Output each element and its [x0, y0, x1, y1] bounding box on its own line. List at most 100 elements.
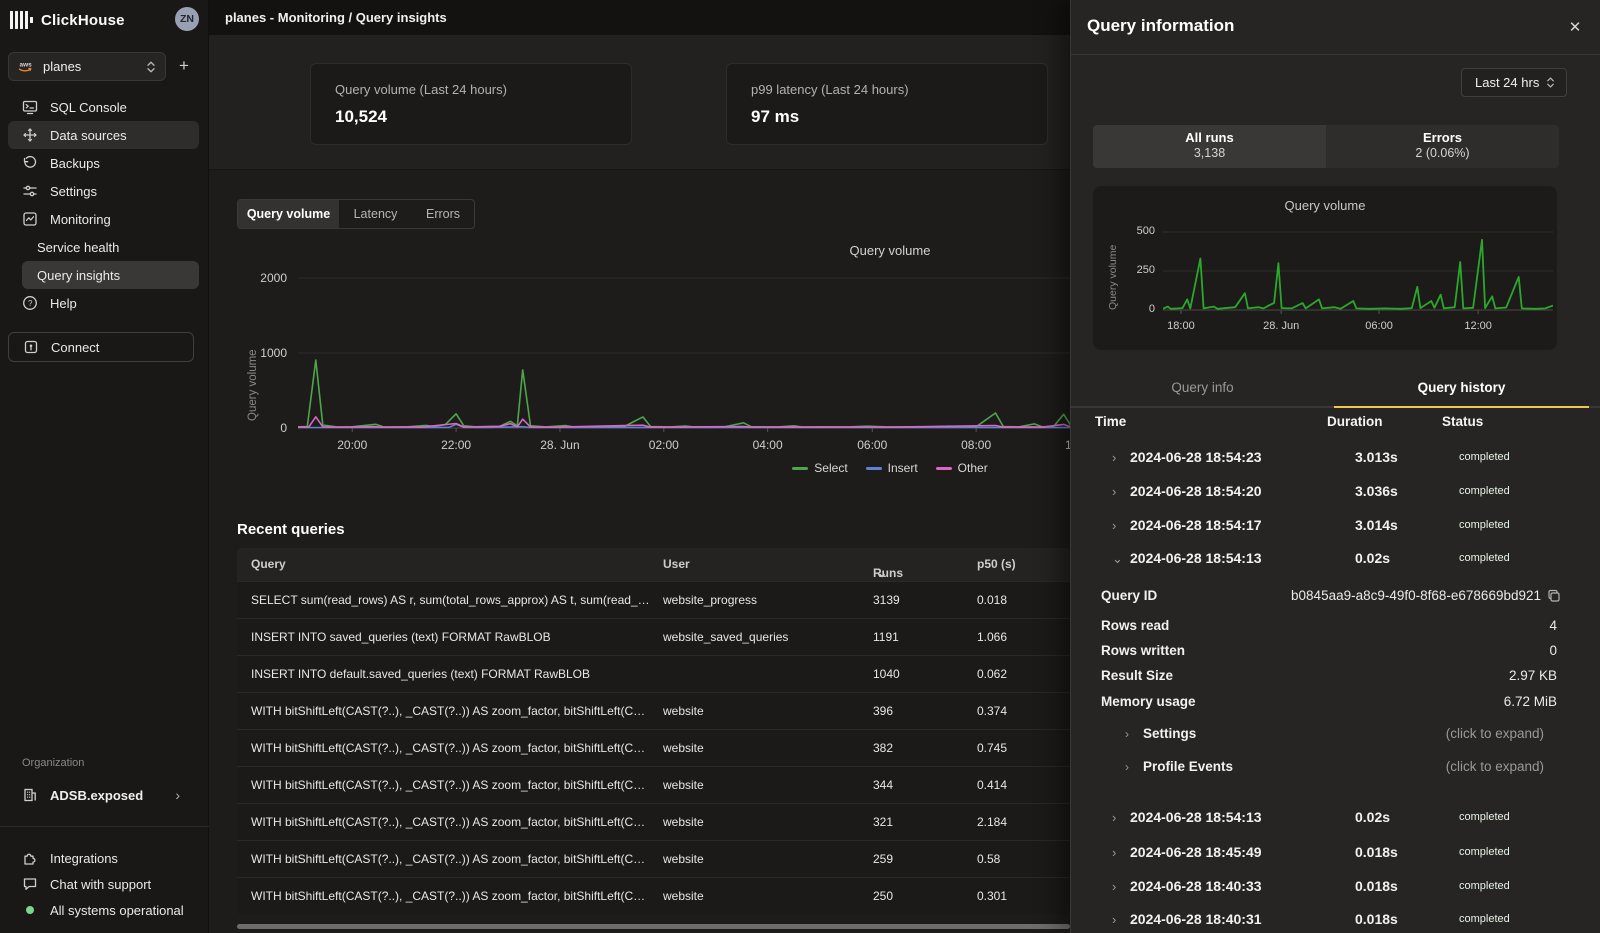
chevron-down-icon[interactable]: ⌄: [1112, 551, 1123, 567]
query-history-row[interactable]: › 2024-06-28 18:54:233.013s completed: [1071, 441, 1600, 475]
status-dot-icon: [22, 906, 38, 914]
organization-switcher[interactable]: ADSB.exposed ›: [8, 781, 194, 809]
toggle-value: 3,138: [1093, 146, 1326, 160]
connect-button[interactable]: Connect: [8, 332, 194, 362]
active-tab-underline: [1334, 406, 1589, 408]
sidebar-item-sql-console[interactable]: SQL Console: [8, 93, 199, 121]
time-range-value: Last 24 hrs: [1475, 75, 1545, 90]
query-information-panel: Query information ✕ Last 24 hrs All runs…: [1070, 0, 1600, 933]
sidebar-item-chat-support[interactable]: Chat with support: [8, 871, 202, 897]
add-service-button[interactable]: +: [172, 54, 196, 78]
tab-errors[interactable]: Errors: [412, 200, 474, 228]
expand-hint: (click to expand): [1446, 759, 1544, 774]
svg-text:?: ?: [28, 299, 33, 308]
status-dot: [26, 906, 34, 914]
legend-item-insert[interactable]: Insert: [866, 461, 918, 475]
sidebar-item-service-health[interactable]: Service health: [8, 233, 199, 261]
x-tick-label: 06:00: [857, 438, 887, 452]
sidebar-item-help[interactable]: ? Help: [8, 289, 199, 317]
legend-item-select[interactable]: Select: [792, 461, 847, 475]
query-history-row[interactable]: › 2024-06-28 18:40:310.018s completed: [1071, 903, 1600, 933]
query-history-row[interactable]: › 2024-06-28 18:40:330.018s completed: [1071, 870, 1600, 904]
tab-query-history[interactable]: Query history: [1334, 368, 1589, 406]
sidebar-item-label: SQL Console: [50, 100, 127, 115]
chevron-right-icon[interactable]: ›: [1112, 518, 1116, 533]
copy-icon[interactable]: [1547, 588, 1563, 604]
sidebar-item-label: Query insights: [37, 268, 120, 283]
column-header-p50[interactable]: p50 (s): [977, 557, 1016, 571]
sidebar-item-backups[interactable]: Backups: [8, 149, 199, 177]
sidebar-item-monitoring[interactable]: Monitoring: [8, 205, 199, 233]
x-tick-label: 06:00: [1365, 320, 1393, 332]
sidebar-item-system-status[interactable]: All systems operational: [8, 897, 202, 923]
organization-name: ADSB.exposed: [50, 788, 175, 803]
legend-swatch: [792, 467, 808, 470]
sort-descending-icon: ⌄: [877, 566, 887, 580]
svg-text:aws: aws: [20, 61, 33, 68]
organization-icon: [22, 787, 38, 803]
chart-legend: Select Insert Other: [770, 461, 1010, 475]
stat-value: 97 ms: [751, 107, 799, 127]
detail-row-query-id: Query ID b0845aa9-a8c9-49f0-8f68-e678669…: [1071, 588, 1600, 610]
query-history-row[interactable]: › 2024-06-28 18:54:203.036s completed: [1071, 475, 1600, 509]
chart-title: Query volume: [805, 243, 975, 258]
x-tick-label: 28. Jun: [540, 438, 579, 452]
chart-y-ticks: 200010000: [209, 258, 289, 438]
sidebar-item-label: Chat with support: [50, 877, 151, 892]
chart-icon: [22, 211, 38, 227]
table-row[interactable]: SELECT sum(read_rows) AS r, sum(total_ro…: [237, 581, 1070, 618]
top-header-bar: planes - Monitoring / Query insights: [209, 0, 1070, 35]
query-history-row[interactable]: › 2024-06-28 18:45:490.018s completed: [1071, 836, 1600, 870]
chevron-right-icon[interactable]: ›: [1112, 912, 1116, 927]
query-history-row-expanded[interactable]: ⌄ 2024-06-28 18:54:130.02s completed: [1071, 542, 1600, 576]
mini-chart-y-ticks: 5002500: [1071, 220, 1157, 320]
detail-row-profile-events[interactable]: › Profile Events (click to expand): [1071, 759, 1600, 781]
time-range-selector[interactable]: Last 24 hrs: [1461, 68, 1567, 97]
terminal-icon: [22, 99, 38, 115]
close-icon[interactable]: ✕: [1564, 16, 1586, 38]
table-row[interactable]: WITH bitShiftLeft(CAST(?..), _CAST(?..))…: [237, 766, 1070, 803]
runs-errors-toggle: All runs 3,138 Errors 2 (0.06%): [1093, 125, 1559, 168]
x-tick-label: 12:00: [1464, 320, 1492, 332]
chevron-right-icon[interactable]: ›: [1112, 845, 1116, 860]
history-table-header: Time Duration Status: [1071, 414, 1600, 438]
sidebar-item-query-insights[interactable]: Query insights: [22, 261, 199, 289]
chevron-right-icon: ›: [1125, 727, 1129, 741]
horizontal-scrollbar[interactable]: [237, 924, 1070, 929]
toggle-value: 2 (0.06%): [1326, 146, 1559, 160]
table-row[interactable]: INSERT INTO saved_queries (text) FORMAT …: [237, 618, 1070, 655]
service-selector[interactable]: aws planes: [8, 52, 166, 81]
tab-query-info[interactable]: Query info: [1071, 368, 1334, 406]
toggle-all-runs[interactable]: All runs 3,138: [1093, 125, 1326, 168]
sidebar-item-integrations[interactable]: Integrations: [8, 845, 202, 871]
table-row[interactable]: INSERT INTO default.saved_queries (text)…: [237, 655, 1070, 692]
sidebar-item-settings[interactable]: Settings: [8, 177, 199, 205]
column-header-user[interactable]: User: [663, 557, 690, 571]
chevron-right-icon[interactable]: ›: [1112, 879, 1116, 894]
updown-chevron-icon: [145, 60, 157, 74]
table-row[interactable]: WITH bitShiftLeft(CAST(?..), _CAST(?..))…: [237, 840, 1070, 877]
legend-item-other[interactable]: Other: [936, 461, 988, 475]
service-name: planes: [43, 59, 145, 74]
tab-latency[interactable]: Latency: [339, 200, 412, 228]
query-history-row[interactable]: › 2024-06-28 18:54:130.02s completed: [1071, 801, 1600, 835]
sidebar-item-label: All systems operational: [50, 903, 184, 918]
table-row[interactable]: WITH bitShiftLeft(CAST(?..), _CAST(?..))…: [237, 692, 1070, 729]
sidebar-item-data-sources[interactable]: Data sources: [8, 121, 199, 149]
avatar[interactable]: ZN: [175, 7, 199, 31]
chevron-right-icon[interactable]: ›: [1112, 810, 1116, 825]
detail-row-settings[interactable]: › Settings (click to expand): [1071, 726, 1600, 748]
table-row[interactable]: WITH bitShiftLeft(CAST(?..), _CAST(?..))…: [237, 729, 1070, 766]
toggle-errors[interactable]: Errors 2 (0.06%): [1326, 125, 1559, 168]
table-row[interactable]: WITH bitShiftLeft(CAST(?..), _CAST(?..))…: [237, 803, 1070, 840]
query-history-row[interactable]: › 2024-06-28 18:54:173.014s completed: [1071, 509, 1600, 543]
table-row[interactable]: WITH bitShiftLeft(CAST(?..), _CAST(?..))…: [237, 877, 1070, 914]
column-header-query[interactable]: Query: [251, 557, 651, 571]
query-volume-chart: Query volume Query volume 200010000 20:0…: [209, 235, 1070, 495]
panel-title: Query information: [1087, 16, 1234, 36]
y-tick-label: 2000: [260, 271, 287, 285]
chevron-right-icon[interactable]: ›: [1112, 450, 1116, 465]
chevron-right-icon[interactable]: ›: [1112, 484, 1116, 499]
tab-query-volume[interactable]: Query volume: [238, 200, 339, 228]
stat-card-query-volume: Query volume (Last 24 hours) 10,524: [310, 63, 632, 145]
